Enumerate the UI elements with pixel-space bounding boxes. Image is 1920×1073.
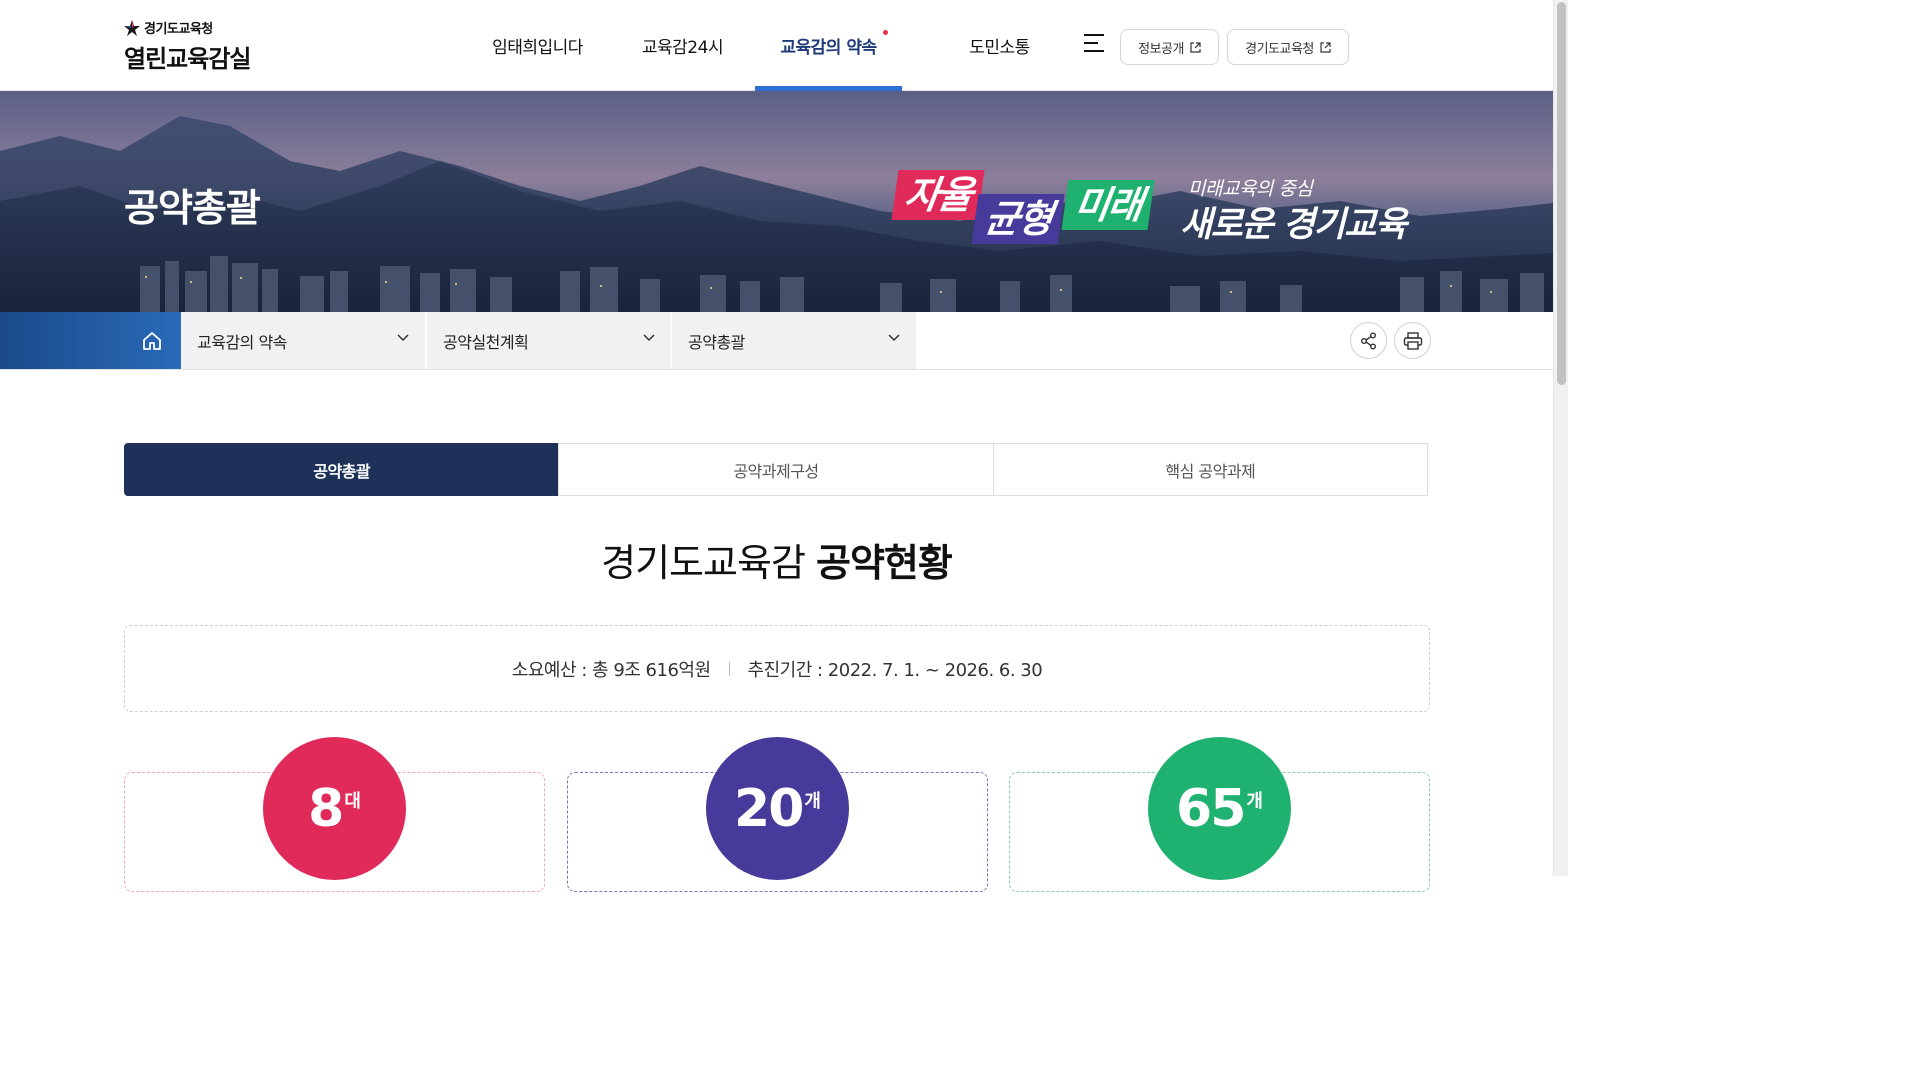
page-title: 공약총괄 (124, 186, 261, 230)
nav-item-24h[interactable]: 교육감24시 (615, 0, 750, 91)
nav-item-intro[interactable]: 임태희입니다 (460, 0, 615, 91)
stat-circle-policies: 20 개 (706, 737, 849, 880)
stat-unit: 개 (804, 790, 821, 812)
tab-pledge-structure[interactable]: 공약과제구성 (558, 443, 994, 496)
info-disclosure-link[interactable]: 정보공개 (1120, 29, 1219, 65)
select-label: 교육감의 약속 (197, 332, 287, 352)
stat-number: 65 (1176, 778, 1246, 839)
nav-label: 임태희입니다 (492, 38, 583, 58)
stat-number: 20 (734, 778, 804, 839)
nav-label: 교육감의 약속 (780, 38, 877, 58)
period-text: 추진기간 : 2022. 7. 1. ~ 2026. 6. 30 (747, 659, 1043, 681)
nav-item-promise[interactable]: 교육감의 약속 (755, 0, 902, 91)
location-depth1-select[interactable]: 교육감의 약속 (181, 312, 425, 369)
stat-unit: 대 (344, 790, 361, 812)
site-header: 경기도교육청 열린교육감실 임태희입니다 교육감24시 교육감의 약속 도민소통… (0, 0, 1553, 91)
nav-item-communication[interactable]: 도민소통 (902, 0, 1097, 91)
content-tabs: 공약총괄 공약과제구성 핵심 공약과제 (124, 443, 1428, 496)
select-label: 공약총괄 (688, 332, 745, 352)
stat-circle-tasks: 65 개 (1148, 737, 1291, 880)
budget-text: 소요예산 : 총 9조 616억원 (511, 659, 711, 681)
page-scrollbar[interactable] (1553, 0, 1568, 876)
share-icon (1360, 332, 1376, 349)
gyeonggi-office-link[interactable]: 경기도교육청 (1227, 29, 1349, 65)
link-label: 정보공개 (1138, 41, 1184, 57)
location-bar: 교육감의 약속 공약실천계획 공약총괄 (0, 312, 1553, 370)
external-link-icon (1320, 41, 1331, 53)
section-title-light: 경기도교육감 (601, 541, 806, 585)
org-name: 경기도교육청 (124, 18, 250, 37)
nav-label: 교육감24시 (641, 38, 724, 58)
slogan-title: 새로운 경기교육 (1180, 205, 1407, 245)
main-nav: 임태희입니다 교육감24시 교육감의 약속 도민소통 (460, 0, 1097, 91)
site-name: 열린교육감실 (124, 45, 251, 73)
link-label: 경기도교육청 (1245, 41, 1314, 57)
share-button[interactable] (1350, 322, 1387, 359)
hamburger-icon[interactable] (1084, 34, 1106, 56)
stat-circle-goals: 8 대 (263, 737, 406, 880)
org-name-text: 경기도교육청 (144, 22, 213, 37)
section-title-bold: 공약현황 (816, 541, 953, 585)
section-title: 경기도교육감 공약현황 (0, 532, 1553, 587)
summary-box: 소요예산 : 총 9조 616억원 추진기간 : 2022. 7. 1. ~ 2… (124, 625, 1430, 712)
print-icon (1403, 331, 1422, 350)
keyword-future: 미래 (1061, 180, 1155, 230)
keyword-autonomy: 자율 (891, 170, 985, 220)
print-button[interactable] (1394, 322, 1431, 359)
scrollbar-thumb[interactable] (1557, 2, 1566, 385)
divider (728, 661, 730, 676)
chevron-down-icon (643, 334, 655, 342)
stat-number: 8 (308, 778, 344, 839)
tab-pledge-overview[interactable]: 공약총괄 (124, 443, 560, 496)
chevron-down-icon (888, 334, 900, 342)
location-depth2-select[interactable]: 공약실천계획 (427, 312, 671, 369)
keyword-balance: 균형 (971, 194, 1065, 244)
home-button[interactable] (0, 312, 181, 369)
new-dot-icon (883, 30, 888, 35)
chevron-down-icon (397, 334, 409, 342)
select-label: 공약실천계획 (443, 332, 529, 352)
location-depth3-select[interactable]: 공약총괄 (672, 312, 916, 369)
external-link-icon (1190, 41, 1201, 53)
nav-label: 도민소통 (969, 38, 1030, 58)
site-logo[interactable]: 경기도교육청 열린교육감실 (124, 18, 251, 74)
home-icon (143, 332, 161, 350)
star-logo-icon (124, 19, 140, 36)
stat-unit: 개 (1246, 790, 1263, 812)
tab-core-pledges[interactable]: 핵심 공약과제 (992, 443, 1428, 496)
